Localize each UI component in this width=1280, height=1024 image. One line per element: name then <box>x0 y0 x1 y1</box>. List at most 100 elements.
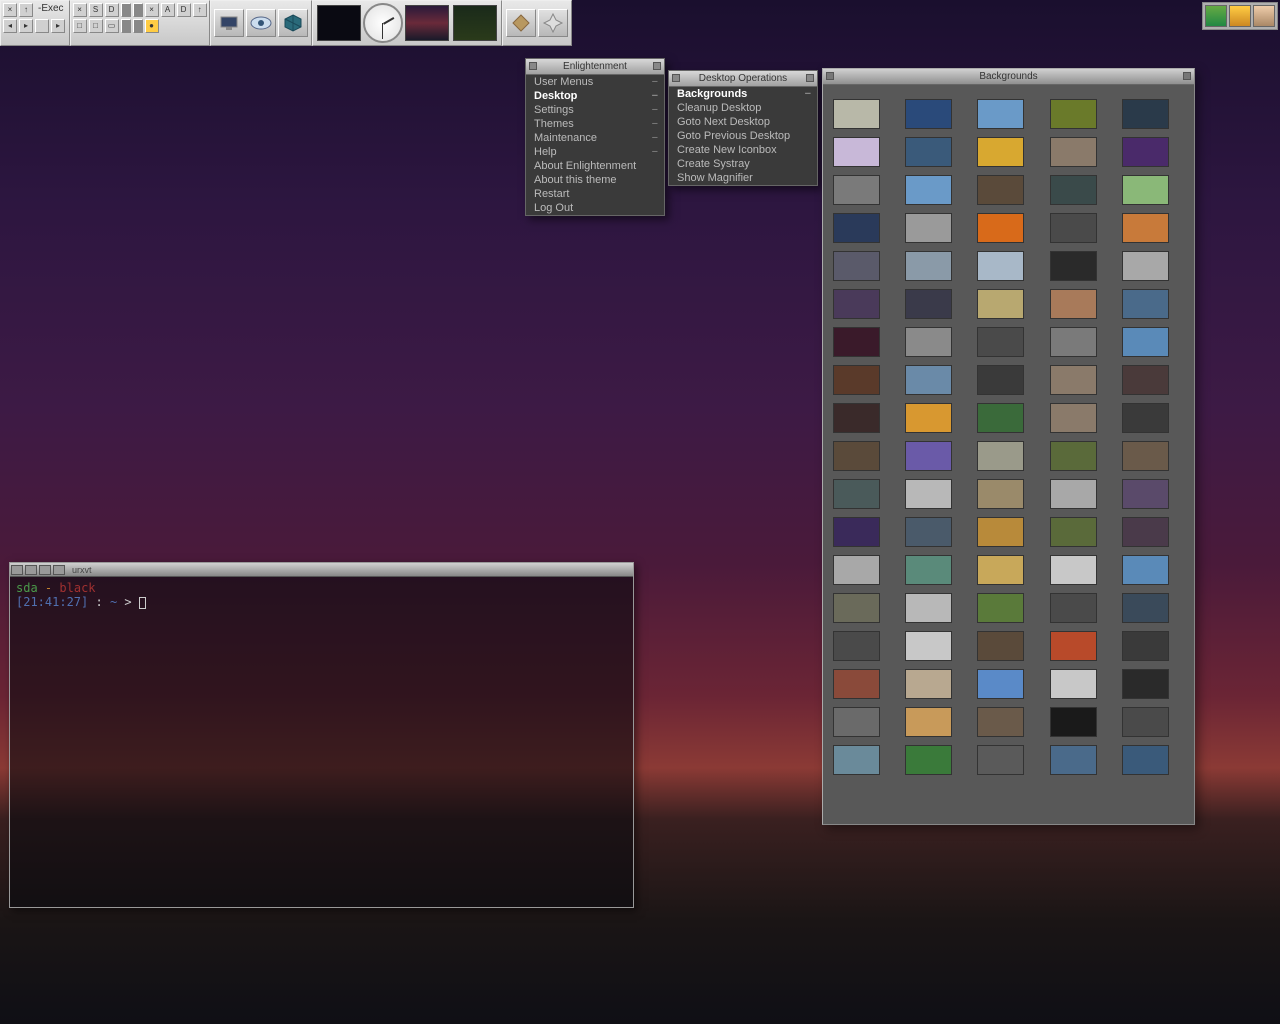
background-thumbnail[interactable] <box>1050 213 1097 243</box>
background-thumbnail[interactable] <box>977 441 1024 471</box>
toolbar-btn[interactable]: S <box>89 3 103 17</box>
desktop-thumb[interactable] <box>317 5 361 41</box>
background-thumbnail[interactable] <box>1122 327 1169 357</box>
menu-item[interactable]: Create Systray <box>669 157 817 171</box>
background-thumbnail[interactable] <box>1122 517 1169 547</box>
background-thumbnail[interactable] <box>833 631 880 661</box>
background-thumbnail[interactable] <box>1122 99 1169 129</box>
toolbar-btn[interactable]: ▭ <box>105 19 119 33</box>
background-thumbnail[interactable] <box>833 593 880 623</box>
background-thumbnail[interactable] <box>977 327 1024 357</box>
background-thumbnail[interactable] <box>1050 99 1097 129</box>
background-thumbnail[interactable] <box>905 213 952 243</box>
background-thumbnail[interactable] <box>1122 707 1169 737</box>
menu-item[interactable]: Create New Iconbox <box>669 143 817 157</box>
background-thumbnail[interactable] <box>1050 175 1097 205</box>
toolbar-btn[interactable] <box>121 3 131 17</box>
desktop-thumb[interactable] <box>453 5 497 41</box>
user-icon[interactable] <box>1253 5 1275 27</box>
background-thumbnail[interactable] <box>1122 593 1169 623</box>
background-thumbnail[interactable] <box>905 517 952 547</box>
background-thumbnail[interactable] <box>833 669 880 699</box>
background-thumbnail[interactable] <box>1050 517 1097 547</box>
toolbar-btn[interactable]: × <box>3 3 17 17</box>
background-thumbnail[interactable] <box>905 479 952 509</box>
background-thumbnail[interactable] <box>1122 251 1169 281</box>
background-thumbnail[interactable] <box>905 403 952 433</box>
background-thumbnail[interactable] <box>977 631 1024 661</box>
eye-icon[interactable] <box>246 9 276 37</box>
background-thumbnail[interactable] <box>977 175 1024 205</box>
menu-item[interactable]: About this theme <box>526 173 664 187</box>
window-btn[interactable] <box>53 565 65 575</box>
background-thumbnail[interactable] <box>1122 441 1169 471</box>
background-thumbnail[interactable] <box>1050 593 1097 623</box>
background-thumbnail[interactable] <box>833 479 880 509</box>
toolbar-btn[interactable]: □ <box>73 19 87 33</box>
background-thumbnail[interactable] <box>977 555 1024 585</box>
background-thumbnail[interactable] <box>833 403 880 433</box>
background-thumbnail[interactable] <box>905 707 952 737</box>
terminal-body[interactable]: sda - black [21:41:27] : ~ > <box>10 577 633 907</box>
background-thumbnail[interactable] <box>905 441 952 471</box>
toolbar-btn[interactable]: ● <box>145 19 159 33</box>
window-btn[interactable] <box>39 565 51 575</box>
background-thumbnail[interactable] <box>833 707 880 737</box>
background-thumbnail[interactable] <box>905 289 952 319</box>
toolbar-btn[interactable]: × <box>73 3 87 17</box>
background-thumbnail[interactable] <box>833 289 880 319</box>
menu-item[interactable]: Themes <box>526 117 664 131</box>
menu-item[interactable]: Help <box>526 145 664 159</box>
menu-title[interactable]: Desktop Operations <box>669 71 817 87</box>
cube-icon[interactable] <box>278 9 308 37</box>
background-thumbnail[interactable] <box>833 137 880 167</box>
background-thumbnail[interactable] <box>1122 137 1169 167</box>
background-thumbnail[interactable] <box>1122 745 1169 775</box>
monitor-icon[interactable] <box>214 9 244 37</box>
background-thumbnail[interactable] <box>1050 441 1097 471</box>
expand-icon[interactable] <box>538 9 568 37</box>
menu-item[interactable]: Restart <box>526 187 664 201</box>
background-thumbnail[interactable] <box>833 99 880 129</box>
background-thumbnail[interactable] <box>1050 669 1097 699</box>
background-thumbnail[interactable] <box>977 137 1024 167</box>
menu-item[interactable]: Cleanup Desktop <box>669 101 817 115</box>
background-thumbnail[interactable] <box>1122 403 1169 433</box>
background-thumbnail[interactable] <box>1122 631 1169 661</box>
background-thumbnail[interactable] <box>977 593 1024 623</box>
background-thumbnail[interactable] <box>977 745 1024 775</box>
window-btn[interactable] <box>11 565 23 575</box>
background-thumbnail[interactable] <box>1050 555 1097 585</box>
background-thumbnail[interactable] <box>1122 289 1169 319</box>
background-thumbnail[interactable] <box>833 327 880 357</box>
background-thumbnail[interactable] <box>1122 213 1169 243</box>
menu-title[interactable]: Enlightenment <box>526 59 664 75</box>
menu-item[interactable]: Desktop <box>526 89 664 103</box>
background-thumbnail[interactable] <box>977 517 1024 547</box>
background-thumbnail[interactable] <box>1050 365 1097 395</box>
toolbar-btn[interactable]: A <box>161 3 175 17</box>
toolbar-btn[interactable]: ↑ <box>19 3 33 17</box>
background-thumbnail[interactable] <box>1050 137 1097 167</box>
background-thumbnail[interactable] <box>977 213 1024 243</box>
background-thumbnail[interactable] <box>1050 327 1097 357</box>
menu-item[interactable]: Maintenance <box>526 131 664 145</box>
toolbar-btn[interactable]: ▸ <box>51 19 65 33</box>
toolbar-btn[interactable]: × <box>145 3 159 17</box>
background-thumbnail[interactable] <box>905 251 952 281</box>
diamond-icon[interactable] <box>506 9 536 37</box>
background-thumbnail[interactable] <box>833 251 880 281</box>
panel-title[interactable]: Backgrounds <box>823 69 1194 85</box>
background-thumbnail[interactable] <box>833 175 880 205</box>
menu-item[interactable]: Goto Previous Desktop <box>669 129 817 143</box>
clock-icon[interactable] <box>363 3 403 43</box>
background-thumbnail[interactable] <box>1122 669 1169 699</box>
background-thumbnail[interactable] <box>905 555 952 585</box>
background-thumbnail[interactable] <box>1050 403 1097 433</box>
menu-item[interactable]: User Menus <box>526 75 664 89</box>
background-thumbnail[interactable] <box>1050 289 1097 319</box>
terminal-titlebar[interactable]: urxvt <box>10 563 633 577</box>
menu-item[interactable]: Settings <box>526 103 664 117</box>
background-thumbnail[interactable] <box>977 251 1024 281</box>
background-thumbnail[interactable] <box>905 327 952 357</box>
